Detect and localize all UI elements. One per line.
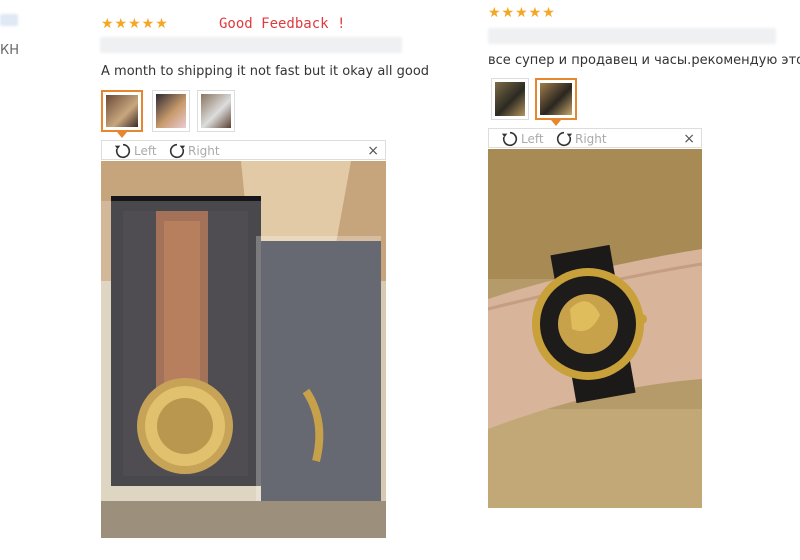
rating-stars: ★★★★★: [488, 5, 556, 21]
feedback-tag: Good Feedback !: [219, 16, 346, 32]
review-text: A month to shipping it not fast but it o…: [101, 64, 430, 79]
rotate-right-icon: [556, 131, 573, 147]
image-viewer-toolbar: Left Right ×: [488, 128, 702, 148]
blurred-info: [100, 37, 402, 53]
photo-thumbnail-2[interactable]: [152, 90, 190, 132]
rotate-left-button[interactable]: Left: [501, 130, 544, 148]
rotate-right-button[interactable]: Right: [168, 142, 220, 160]
photo-thumbnail-1[interactable]: [491, 78, 529, 120]
rotate-left-label: Left: [521, 132, 544, 146]
rating-stars: ★★★★★: [101, 16, 169, 32]
review-photo-large: [101, 161, 386, 538]
photo-thumbnail-2[interactable]: [535, 78, 577, 120]
photo-thumbnail-1[interactable]: [101, 90, 143, 132]
rotate-right-icon: [169, 143, 186, 159]
rotate-right-button[interactable]: Right: [555, 130, 607, 148]
rotate-right-label: Right: [575, 132, 607, 146]
review-photo-large: [488, 149, 702, 508]
rotate-left-icon: [501, 131, 518, 147]
reviewer-name-blurred: [0, 14, 18, 26]
photo-thumbnail-3[interactable]: [197, 90, 235, 132]
image-viewer-toolbar: Left Right ×: [101, 140, 386, 160]
rotate-right-label: Right: [188, 144, 220, 158]
rotate-left-icon: [114, 143, 131, 159]
rotate-left-label: Left: [134, 144, 157, 158]
rotate-left-button[interactable]: Left: [114, 142, 157, 160]
review-text: все супер и продавец и часы.рекомендую э…: [488, 53, 800, 68]
selected-caret: [551, 120, 561, 126]
reviewer-country-fragment: КН: [0, 43, 20, 58]
selected-caret: [117, 132, 127, 138]
blurred-info: [488, 28, 776, 44]
close-viewer-button[interactable]: ×: [367, 142, 379, 160]
close-viewer-button[interactable]: ×: [683, 130, 695, 148]
